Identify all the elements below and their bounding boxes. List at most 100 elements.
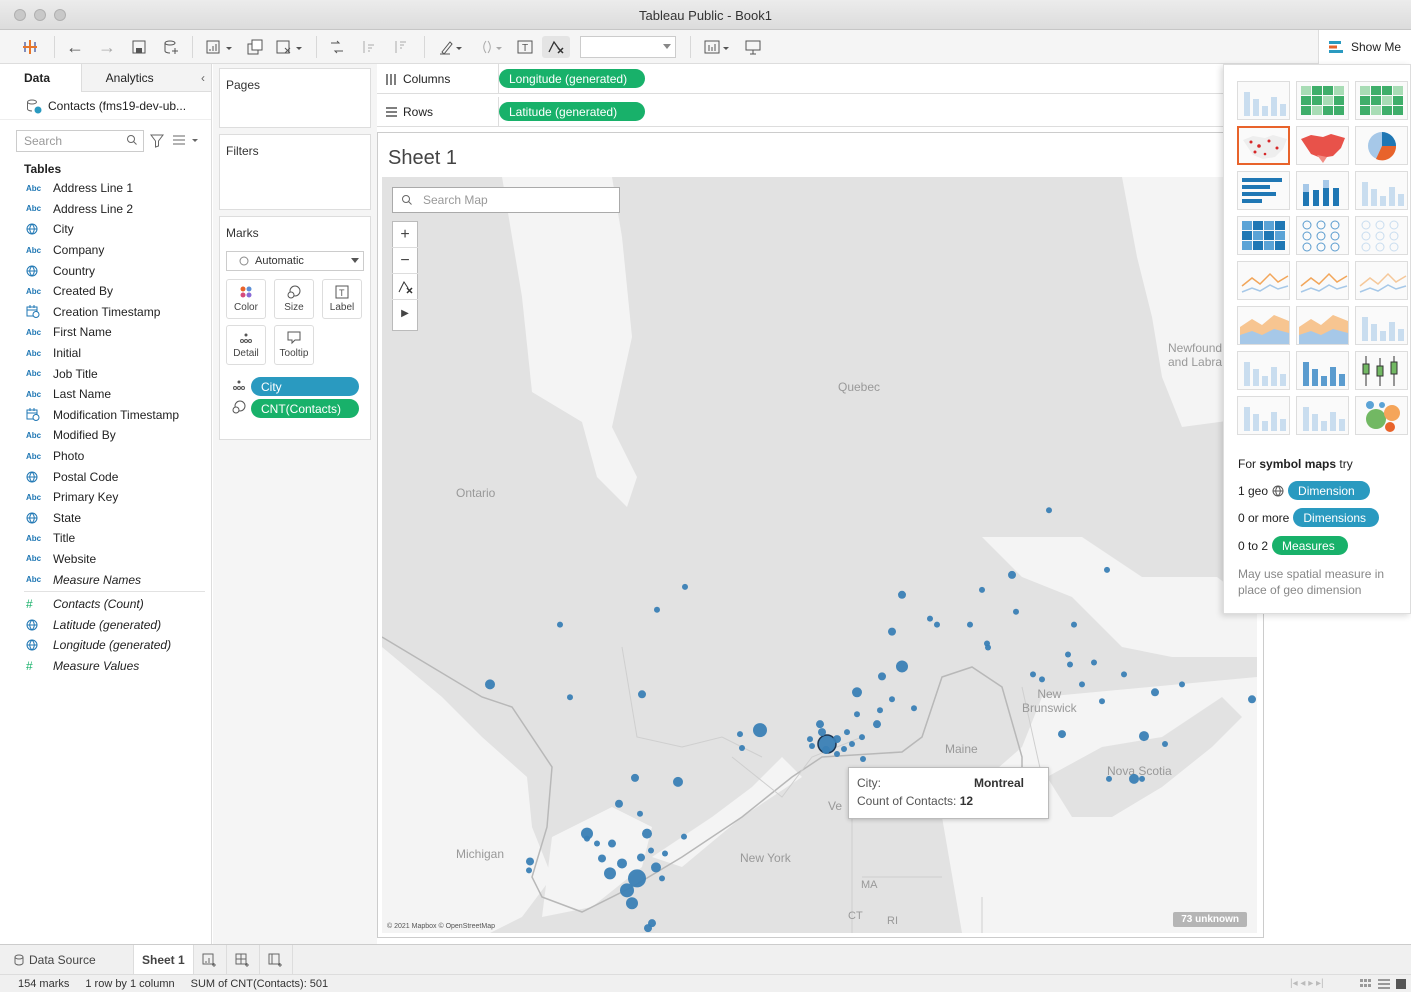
tooltip-selection-icon[interactable] <box>542 36 570 58</box>
showme-histogram-icon[interactable] <box>1296 351 1349 390</box>
map-mark[interactable] <box>659 875 665 882</box>
redo-icon[interactable]: → <box>96 36 118 58</box>
group-members-icon[interactable] <box>474 36 508 58</box>
map-mark[interactable] <box>648 847 654 854</box>
map-mark[interactable] <box>1071 621 1077 628</box>
sheet-navigation-icons[interactable]: |◂ ◂ ▸ ▸| <box>1290 978 1324 989</box>
map-mark[interactable] <box>1139 775 1145 782</box>
map-mark[interactable] <box>807 736 813 743</box>
fit-dropdown[interactable] <box>580 36 676 58</box>
map-mark[interactable] <box>637 810 643 817</box>
filter-icon[interactable] <box>150 134 164 148</box>
map-mark[interactable] <box>620 883 634 898</box>
rows-shelf[interactable]: Rows Latitude (generated) <box>377 96 1223 127</box>
map-mark[interactable] <box>615 799 623 808</box>
showme-continuous-lines-icon[interactable] <box>1237 261 1290 300</box>
field-created-by[interactable]: Abc Created By <box>0 281 211 302</box>
map-mark[interactable] <box>844 729 850 736</box>
map-mark[interactable] <box>681 833 687 840</box>
map-mark[interactable] <box>841 746 847 753</box>
new-worksheet-tab-icon[interactable] <box>194 944 227 975</box>
field-measure-names[interactable]: Abc Measure Names <box>0 569 211 590</box>
map-mark[interactable] <box>1248 695 1256 704</box>
map-mark[interactable] <box>662 850 668 857</box>
data-search-input[interactable]: Search <box>16 130 144 152</box>
map-mark[interactable] <box>809 743 815 750</box>
map-mark[interactable] <box>598 854 606 863</box>
sort-descending-icon[interactable] <box>390 36 412 58</box>
showme-area-continuous-icon[interactable] <box>1237 306 1290 345</box>
showme-symbol-map-icon[interactable] <box>1237 126 1290 165</box>
field-last-name[interactable]: Abc Last Name <box>0 384 211 405</box>
field-company[interactable]: Abc Company <box>0 240 211 261</box>
clear-sheet-icon[interactable] <box>272 36 306 58</box>
map-mark[interactable] <box>1039 676 1045 683</box>
map-mark[interactable] <box>673 776 683 787</box>
field-website[interactable]: Abc Website <box>0 549 211 570</box>
map-mark[interactable] <box>1013 608 1019 615</box>
map-selection-tool-button[interactable] <box>392 274 418 300</box>
map-mark[interactable] <box>753 723 767 738</box>
showme-dual-combination-icon[interactable] <box>1355 306 1408 345</box>
showme-highlight-table-icon[interactable] <box>1355 81 1408 120</box>
unknown-indicator[interactable]: 73 unknown <box>1173 912 1247 927</box>
new-worksheet-icon[interactable] <box>202 36 236 58</box>
field-photo[interactable]: Abc Photo <box>0 446 211 467</box>
showme-side-by-side-circles-icon[interactable] <box>1355 216 1408 255</box>
map-mark[interactable] <box>1079 681 1085 688</box>
map-mark[interactable] <box>1139 731 1149 742</box>
field-modified-by[interactable]: Abc Modified By <box>0 425 211 446</box>
map-mark[interactable] <box>631 773 639 782</box>
label-button[interactable]: T Label <box>322 279 362 319</box>
showme-treemap-icon[interactable] <box>1237 216 1290 255</box>
show-me-button[interactable]: Show Me <box>1318 30 1411 64</box>
map-mark[interactable] <box>682 583 688 590</box>
map-mark[interactable] <box>849 741 855 748</box>
map-mark[interactable] <box>1099 698 1105 705</box>
showme-gantt-icon[interactable] <box>1237 396 1290 435</box>
map-mark[interactable] <box>1106 775 1112 782</box>
map-mark[interactable] <box>833 735 841 744</box>
map-mark[interactable] <box>860 755 866 762</box>
map-mark[interactable] <box>898 590 906 599</box>
size-button[interactable]: Size <box>274 279 314 319</box>
latitude-pill[interactable]: Latitude (generated) <box>499 102 645 121</box>
map-mark[interactable] <box>557 621 563 628</box>
showme-side-by-side-bars-icon[interactable] <box>1355 171 1408 210</box>
showme-circle-views-icon[interactable] <box>1296 216 1349 255</box>
tab-data[interactable]: Data <box>0 64 82 92</box>
map-mark[interactable] <box>1129 773 1139 784</box>
map-mark[interactable] <box>896 660 908 673</box>
map-mark[interactable] <box>737 731 743 738</box>
showme-horizontal-bars-icon[interactable] <box>1237 171 1290 210</box>
map-mark[interactable] <box>642 828 652 839</box>
columns-shelf[interactable]: Columns Longitude (generated) <box>377 63 1223 94</box>
showme-area-discrete-icon[interactable] <box>1296 306 1349 345</box>
map-mark[interactable] <box>822 746 830 755</box>
field-city[interactable]: City <box>0 219 211 240</box>
map-mark[interactable] <box>979 586 985 593</box>
map-mark[interactable] <box>967 621 973 628</box>
map-mark[interactable] <box>485 679 495 690</box>
map-mark[interactable] <box>654 606 660 613</box>
map-mark[interactable] <box>1046 507 1052 514</box>
map-mark[interactable] <box>1030 671 1036 678</box>
zoom-out-button[interactable]: − <box>392 248 418 274</box>
view-options-icon[interactable] <box>172 134 200 148</box>
map-mark[interactable] <box>567 694 573 701</box>
filters-card[interactable]: Filters <box>219 134 371 210</box>
map-mark[interactable] <box>1008 570 1016 579</box>
zoom-in-button[interactable]: + <box>392 222 418 248</box>
map-mark[interactable] <box>878 672 886 681</box>
city-pill[interactable]: City <box>251 377 359 396</box>
field-first-name[interactable]: Abc First Name <box>0 322 211 343</box>
map-marks[interactable] <box>382 177 1257 933</box>
map-mark[interactable] <box>934 621 940 628</box>
map-mark[interactable] <box>1104 566 1110 573</box>
showme-pie-chart-icon[interactable] <box>1355 126 1408 165</box>
field-primary-key[interactable]: Abc Primary Key <box>0 487 211 508</box>
showme-box-and-whisker-icon[interactable] <box>1355 351 1408 390</box>
map-mark[interactable] <box>852 687 862 698</box>
showme-dual-lines-icon[interactable] <box>1355 261 1408 300</box>
map-mark[interactable] <box>1179 681 1185 688</box>
